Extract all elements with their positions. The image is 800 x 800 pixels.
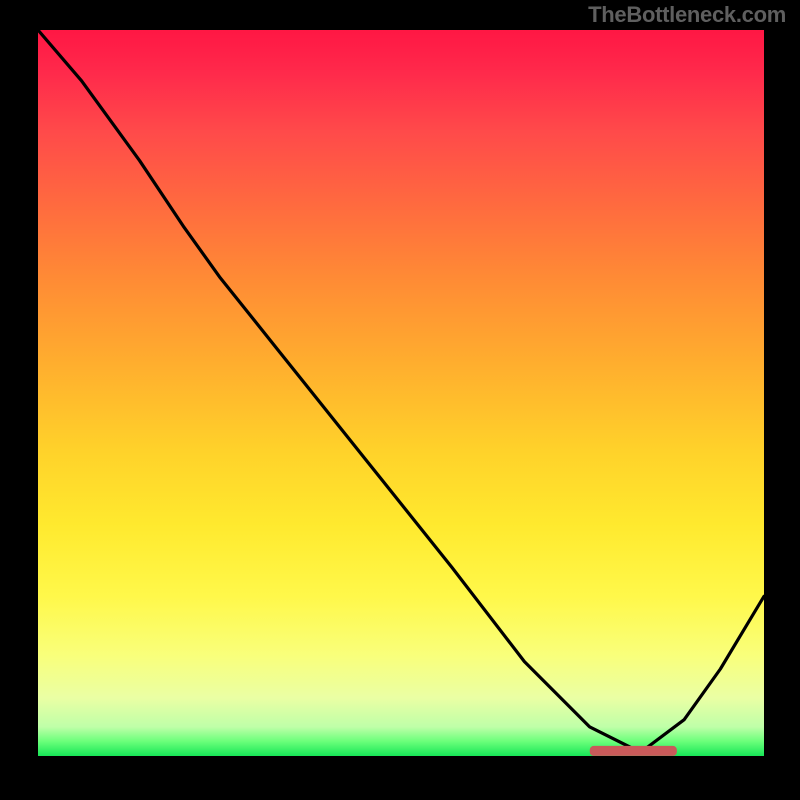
plot-area — [38, 30, 764, 756]
attribution-text: TheBottleneck.com — [588, 2, 786, 28]
highlight-marker — [590, 746, 677, 756]
bottleneck-curve — [38, 30, 764, 752]
chart-overlay — [38, 30, 764, 756]
chart-frame: TheBottleneck.com — [0, 0, 800, 800]
